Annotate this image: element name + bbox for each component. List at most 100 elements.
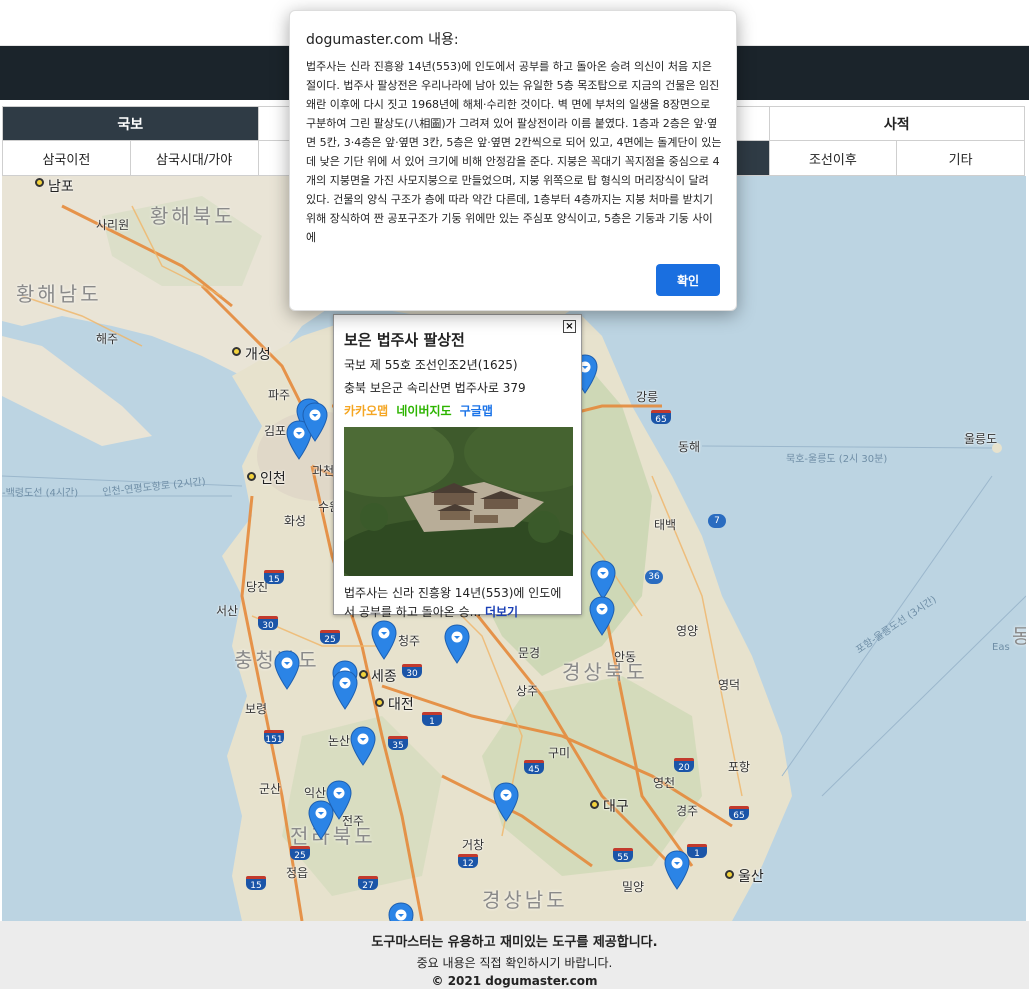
tab-pre-three-kingdoms[interactable]: 삼국이전 <box>3 141 131 175</box>
kakao-map-link[interactable]: 카카오맵 <box>344 404 388 418</box>
google-map-link[interactable]: 구글맵 <box>460 404 493 418</box>
tab-three-kingdoms-gaya[interactable]: 삼국시대/가야 <box>130 141 259 175</box>
footer: 도구마스터는 유용하고 재미있는 도구를 제공합니다. 중요 내용은 직접 확인… <box>0 921 1029 989</box>
city-dot-daejeon <box>375 698 384 707</box>
dialog-title: dogumaster.com 내용: <box>306 32 459 48</box>
treasure-marker[interactable] <box>332 670 358 710</box>
city-dot-daegu <box>590 800 599 809</box>
treasure-marker[interactable] <box>274 650 300 690</box>
map-label-cheongju: 청주 <box>398 634 421 648</box>
info-window-address: 충북 보은군 속리산면 법주사로 379 <box>344 381 526 395</box>
treasure-marker[interactable] <box>388 902 414 921</box>
treasure-marker[interactable] <box>350 726 376 766</box>
map-label-miryang: 밀양 <box>622 880 645 894</box>
info-window-title: 보은 법주사 팔상전 <box>344 331 465 349</box>
map-label-hwaseong: 화성 <box>284 514 307 528</box>
map-label-hwanghae-north: 황해북도 <box>150 204 236 228</box>
alert-dialog: dogumaster.com 내용: 법주사는 신라 진흥왕 14년(553)에… <box>289 10 737 311</box>
map-label-taebaek: 태백 <box>654 518 677 532</box>
highway-shield: 65 <box>651 410 671 425</box>
tab-etc[interactable]: 기타 <box>897 141 1024 175</box>
treasure-marker[interactable] <box>308 800 334 840</box>
map-label-nampo: 남포 <box>48 179 74 195</box>
treasure-marker[interactable] <box>664 850 690 890</box>
info-window-summary: 법주사는 신라 진흥왕 14년(553)에 인도에서 공부를 하고 돌아온 승.… <box>344 586 562 619</box>
highway-shield: 25 <box>320 630 340 645</box>
map-label-ferry-baeknyeong: -백령도선 (4시간) <box>2 488 79 499</box>
footer-copyright: © 2021 dogumaster.com <box>431 974 598 988</box>
city-dot-kaesong <box>232 347 241 356</box>
map-label-gunsan: 군산 <box>259 782 282 796</box>
treasure-marker[interactable] <box>493 782 519 822</box>
map-label-gyeongnam: 경상남도 <box>482 888 568 912</box>
map-label-iksan: 익산 <box>304 786 327 800</box>
treasure-marker[interactable] <box>444 624 470 664</box>
map-label-daegu: 대구 <box>603 799 629 815</box>
route-shield: 36 <box>645 570 663 584</box>
map-label-yeongdeok: 영덕 <box>718 678 741 692</box>
highway-shield: 15 <box>246 876 266 891</box>
highway-shield: 27 <box>358 876 378 891</box>
map-label-pohang: 포항 <box>728 760 751 774</box>
map-label-gyeongju: 경주 <box>676 804 699 818</box>
highway-shield: 65 <box>729 806 749 821</box>
city-dot-incheon <box>247 472 256 481</box>
map-label-gwacheon: 과천 <box>312 464 335 478</box>
map-label-haeju: 해주 <box>96 332 119 346</box>
highway-shield: 1 <box>422 712 442 727</box>
info-window-designation: 국보 제 55호 조선인조2년(1625) <box>344 358 518 372</box>
map-label-sejong: 세종 <box>371 669 397 685</box>
highway-shield: 25 <box>290 846 310 861</box>
city-dot-ulsan <box>725 870 734 879</box>
map-label-sariwon: 사리원 <box>96 218 130 232</box>
map-label-yeongcheon: 영천 <box>653 776 676 790</box>
map-label-boryeong: 보령 <box>245 702 268 716</box>
highway-shield: 45 <box>524 760 544 775</box>
ok-button[interactable]: 확인 <box>656 264 720 296</box>
temple-photo <box>344 427 573 576</box>
treasure-marker[interactable] <box>590 560 616 600</box>
map-label-east-sea: 동 <box>1012 624 1026 648</box>
highway-shield: 30 <box>258 616 278 631</box>
map-label-ferry-ulleung: 묵호-울릉도 (2시 30분) <box>786 454 888 465</box>
map-label-east-sea-roman: Eas <box>992 642 1010 653</box>
map-label-gimpo: 김포 <box>264 424 287 438</box>
tab-historic-site[interactable]: 사적 <box>769 107 1024 140</box>
highway-shield: 15 <box>264 570 284 585</box>
map-label-geochang: 거창 <box>462 838 485 852</box>
footer-tagline: 도구마스터는 유용하고 재미있는 도구를 제공합니다. <box>371 935 658 950</box>
info-window: × 보은 법주사 팔상전 국보 제 55호 조선인조2년(1625) 충북 보은… <box>333 314 582 619</box>
naver-map-link[interactable]: 네이버지도 <box>396 404 451 418</box>
map-label-ulsan: 울산 <box>738 869 764 885</box>
highway-shield: 30 <box>402 664 422 679</box>
map-label-yeongyang: 영양 <box>676 624 699 638</box>
tab-national-treasure[interactable]: 국보 <box>3 107 259 140</box>
info-window-close-button[interactable]: × <box>563 320 576 333</box>
map-label-ulleungdo: 울릉도 <box>964 432 998 446</box>
map-label-daejeon: 대전 <box>388 697 414 713</box>
tab-post-joseon[interactable]: 조선이후 <box>769 141 898 175</box>
more-link[interactable]: 더보기 <box>485 605 518 619</box>
map-label-gangneung: 강릉 <box>636 390 659 404</box>
info-window-description: 법주사는 신라 진흥왕 14년(553)에 인도에서 공부를 하고 돌아온 승.… <box>344 584 571 622</box>
map-label-paju: 파주 <box>268 388 291 402</box>
highway-shield: 35 <box>388 736 408 751</box>
map-label-nonsan: 논산 <box>328 734 351 748</box>
map-label-seosan: 서산 <box>216 604 239 618</box>
highway-shield: 12 <box>458 854 478 869</box>
route-shield: 7 <box>708 514 726 528</box>
dialog-body: 법주사는 신라 진흥왕 14년(553)에 인도에서 공부를 하고 돌아온 승려… <box>306 60 722 244</box>
map-label-sangju: 상주 <box>516 684 539 698</box>
map-label-hwanghae-south: 황해남도 <box>16 282 102 306</box>
map-label-kaesong: 개성 <box>245 347 271 363</box>
footer-notice: 중요 내용은 직접 확인하시기 바랍니다. <box>416 956 613 970</box>
treasure-marker[interactable] <box>302 402 328 442</box>
map-label-jeongeup: 정읍 <box>286 866 309 880</box>
map-label-incheon: 인천 <box>260 471 286 487</box>
highway-shield: 1 <box>687 844 707 859</box>
treasure-marker[interactable] <box>589 596 615 636</box>
city-dot-nampo <box>35 178 44 187</box>
map-label-gumi: 구미 <box>548 746 571 760</box>
treasure-marker[interactable] <box>371 620 397 660</box>
highway-shield: 55 <box>613 848 633 863</box>
